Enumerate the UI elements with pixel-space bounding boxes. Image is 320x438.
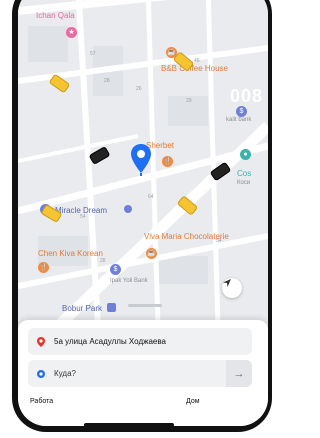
red-pin-icon (37, 336, 45, 347)
shortcut-home[interactable]: Дом (186, 398, 200, 405)
street-number: 28 (104, 78, 110, 84)
street-number: 28 (100, 258, 106, 264)
street-number: 26 (136, 86, 142, 92)
map-view[interactable]: 008 57 28 26 46 29 64 54 28 54 Ichan Qal… (18, 0, 268, 326)
bank-pin-icon[interactable]: $ (110, 264, 121, 275)
locate-me-button[interactable] (222, 278, 242, 298)
poi-bobur-park-label[interactable]: Bobur Park (62, 304, 102, 313)
cafe-pin-icon[interactable]: ☕ (146, 248, 157, 259)
from-address-text: 5a улица Асадуллы Ходжаева (54, 337, 166, 346)
poi-cos-label[interactable]: Cos (237, 169, 251, 178)
sheet-handle[interactable] (128, 304, 162, 307)
poi-ichan-qala-label[interactable]: Ichan Qala (36, 11, 75, 20)
bank-pin-icon[interactable]: $ (236, 106, 247, 117)
place-pin-icon[interactable] (124, 205, 132, 213)
destination-field[interactable]: Куда? → (28, 360, 252, 387)
street-number: 29 (186, 98, 192, 104)
blue-dot-icon (37, 369, 45, 378)
shortcut-work[interactable]: Работа (30, 398, 53, 405)
poi-chen-kiva-label[interactable]: Chen Kiva Korean (38, 249, 103, 258)
poi-ipak-yoli-label[interactable]: Ipak Yoli Bank (110, 278, 148, 284)
poi-bnb-coffee-label[interactable]: B&B Coffee House (161, 64, 228, 73)
go-arrow-button[interactable]: → (226, 360, 252, 387)
route-sheet: 5a улица Асадуллы Ходжаева Куда? → Работ… (18, 304, 268, 426)
location-pin-icon[interactable] (130, 143, 152, 177)
restaurant-pin-icon[interactable]: 🍴 (162, 156, 173, 167)
building-number-label: 008 (230, 86, 264, 106)
poi-viva-maria-label[interactable]: Viva Maria Chocolaterie (144, 232, 229, 241)
street-number: 64 (148, 194, 154, 200)
destination-placeholder: Куда? (54, 369, 76, 378)
app-screen: 008 57 28 26 46 29 64 54 28 54 Ichan Qal… (18, 0, 268, 426)
street-number: 57 (90, 51, 96, 57)
landmark-pin-icon[interactable]: ★ (66, 27, 77, 38)
poi-miracle-dream-label[interactable]: Miracle Dream (55, 206, 107, 215)
shop-pin-icon[interactable]: ● (240, 149, 251, 160)
poi-kalit-bank-label[interactable]: kalit bank (226, 117, 251, 123)
home-indicator (84, 423, 174, 427)
park-pin-icon[interactable] (107, 303, 116, 312)
restaurant-pin-icon[interactable]: 🍴 (38, 262, 49, 273)
arrow-right-icon: → (233, 367, 245, 380)
poi-cos-sub-label: Коси (237, 180, 251, 186)
from-address-field[interactable]: 5a улица Асадуллы Ходжаева (28, 328, 252, 355)
navigation-arrow-icon (223, 279, 231, 287)
